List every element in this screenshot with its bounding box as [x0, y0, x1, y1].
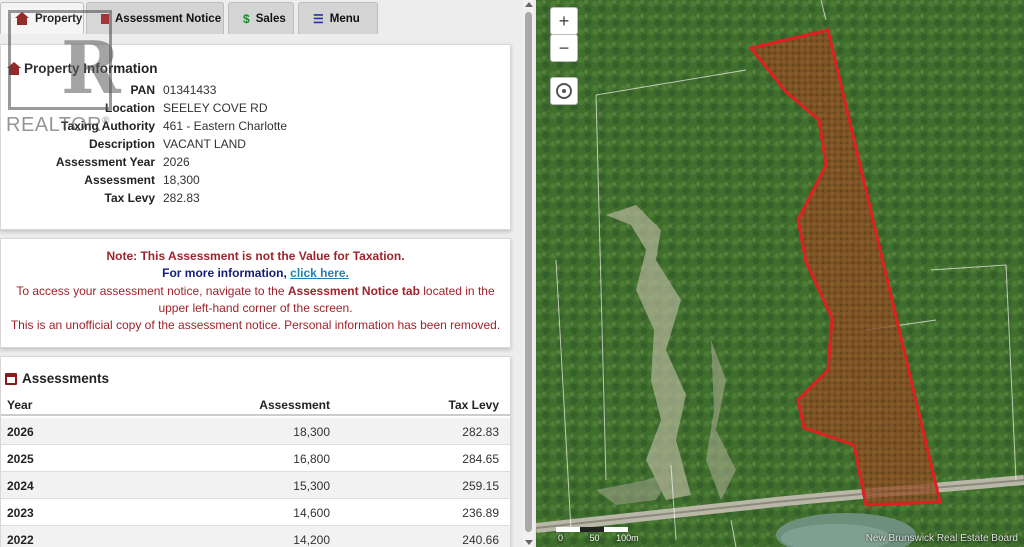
- note-disclaimer: This is an unofficial copy of the assess…: [10, 318, 501, 332]
- assessments-card: Assessments Year Assessment Tax Levy 202…: [0, 356, 511, 547]
- property-key: PAN: [130, 83, 155, 97]
- note-more-info: For more information, click here.: [1, 266, 510, 280]
- scale-label-50: 50: [589, 533, 600, 543]
- cell-assessment: 15,300: [293, 479, 330, 493]
- column-header-year[interactable]: Year: [7, 398, 32, 412]
- map-attribution: New Brunswick Real Estate Board: [865, 533, 1018, 544]
- note-instructions-suffix: located in the: [419, 284, 495, 298]
- assessments-table-header: Year Assessment Tax Levy: [1, 394, 510, 416]
- tab-menu-label: Menu: [329, 12, 360, 25]
- locate-button[interactable]: [550, 77, 578, 105]
- property-row-assessment-year: Assessment Year 2026: [1, 155, 461, 173]
- dollar-icon: $: [243, 11, 250, 26]
- tab-sales[interactable]: $ Sales: [228, 2, 294, 34]
- cell-year: 2022: [7, 533, 34, 547]
- crosshair-icon: [556, 83, 572, 99]
- cell-tax-levy: 259.15: [462, 479, 499, 493]
- property-key: Assessment: [84, 173, 155, 187]
- property-key: Tax Levy: [104, 191, 155, 205]
- assessment-note-card: Note: This Assessment is not the Value f…: [0, 238, 511, 348]
- cell-assessment: 18,300: [293, 425, 330, 439]
- column-header-tax-levy[interactable]: Tax Levy: [449, 398, 499, 412]
- note-instructions: To access your assessment notice, naviga…: [1, 284, 510, 298]
- realtor-logo: R: [8, 10, 121, 110]
- scale-label-100m: 100m: [616, 533, 639, 543]
- cell-assessment: 14,200: [293, 533, 330, 547]
- property-row-assessment: Assessment 18,300: [1, 173, 461, 191]
- scroll-up-arrow[interactable]: [525, 2, 533, 7]
- realtor-wordmark: REALTOR®: [6, 114, 110, 136]
- property-value: 282.83: [163, 191, 200, 205]
- cell-assessment: 14,600: [293, 506, 330, 520]
- cell-year: 2023: [7, 506, 34, 520]
- cell-tax-levy: 282.83: [462, 425, 499, 439]
- note-more-info-text: For more information,: [162, 266, 291, 280]
- column-header-assessment[interactable]: Assessment: [259, 398, 330, 412]
- map-imagery: [536, 0, 1024, 547]
- assessments-heading: Assessments: [22, 371, 110, 386]
- property-key: Assessment Year: [55, 155, 155, 169]
- cell-year: 2026: [7, 425, 34, 439]
- property-row-tax-levy: Tax Levy 282.83: [1, 191, 461, 209]
- property-value: 01341433: [163, 83, 217, 97]
- property-value: 461 - Eastern Charlotte: [163, 119, 288, 133]
- tab-menu[interactable]: ☰ Menu: [298, 2, 378, 34]
- property-value: 18,300: [163, 173, 200, 187]
- note-assessment-notice-tab: Assessment Notice tab: [287, 284, 420, 298]
- calendar-icon: [5, 372, 17, 385]
- table-row: 2023 14,600 236.89: [1, 499, 510, 526]
- property-panel: Property Assessment Notice $ Sales ☰ Men…: [0, 0, 534, 547]
- property-value: 2026: [163, 155, 190, 169]
- zoom-in-button[interactable]: +: [550, 7, 578, 35]
- satellite-map[interactable]: + − 0 50 100m New Brunswick Real Estate …: [536, 0, 1024, 547]
- property-value: SEELEY COVE RD: [163, 101, 268, 115]
- zoom-out-button[interactable]: −: [550, 34, 578, 62]
- left-panel-scrollbar[interactable]: [523, 0, 534, 547]
- cell-tax-levy: 236.89: [462, 506, 499, 520]
- map-scale-labels: 0 50 100m: [558, 533, 639, 543]
- assessments-title: Assessments: [5, 371, 109, 386]
- note-instructions-line2: upper left-hand corner of the screen.: [158, 301, 353, 315]
- map-scale-bar: [556, 527, 628, 532]
- property-value: VACANT LAND: [163, 137, 246, 151]
- cell-assessment: 16,800: [293, 452, 330, 466]
- cell-year: 2025: [7, 452, 34, 466]
- tab-assessment-notice-label: Assessment Notice: [115, 12, 222, 25]
- cell-tax-levy: 284.65: [462, 452, 499, 466]
- scale-label-0: 0: [558, 533, 564, 543]
- table-row: 2024 15,300 259.15: [1, 472, 510, 499]
- note-instructions-text: To access your assessment notice, naviga…: [16, 284, 288, 298]
- scroll-down-arrow[interactable]: [525, 540, 533, 545]
- menu-icon: ☰: [313, 11, 324, 26]
- table-row: 2025 16,800 284.65: [1, 445, 510, 472]
- realtor-watermark: R REALTOR®: [6, 10, 126, 140]
- table-row: 2022 14,200 240.66: [1, 526, 510, 547]
- note-warning: Note: This Assessment is not the Value f…: [106, 249, 405, 263]
- click-here-link[interactable]: click here.: [290, 266, 349, 280]
- cell-tax-levy: 240.66: [462, 533, 499, 547]
- tab-sales-label: Sales: [255, 12, 286, 25]
- realtor-r-glyph: R: [61, 25, 121, 110]
- scrollbar-thumb[interactable]: [525, 12, 532, 532]
- cell-year: 2024: [7, 479, 34, 493]
- table-row: 2026 18,300 282.83: [1, 418, 510, 445]
